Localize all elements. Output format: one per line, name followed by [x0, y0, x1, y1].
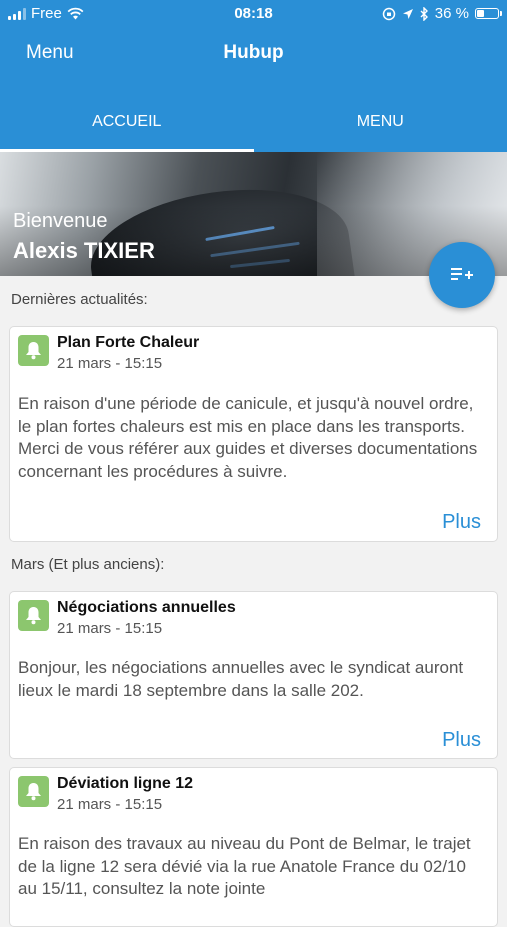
tab-accueil[interactable]: ACCUEIL — [0, 92, 254, 152]
news-body: En raison des travaux au niveau du Pont … — [18, 833, 487, 901]
menu-button[interactable]: Menu — [26, 42, 74, 64]
news-body: Bonjour, les négociations annuelles avec… — [18, 657, 487, 702]
playlist-add-icon — [451, 266, 473, 284]
news-icon — [18, 335, 49, 366]
status-right: 36 % — [382, 5, 499, 22]
bell-icon — [25, 341, 42, 360]
section-latest: Dernières actualités: — [11, 291, 148, 308]
news-icon — [18, 600, 49, 631]
news-card[interactable]: Déviation ligne 12 21 mars - 15:15 En ra… — [9, 767, 498, 927]
news-card[interactable]: Négociations annuelles 21 mars - 15:15 B… — [9, 591, 498, 759]
app-bar: Menu Hubup ACCUEIL MENU — [0, 28, 507, 152]
section-older: Mars (Et plus anciens): — [11, 556, 164, 573]
news-date: 21 mars - 15:15 — [57, 796, 162, 813]
battery-percent: 36 % — [435, 5, 469, 22]
news-date: 21 mars - 15:15 — [57, 620, 162, 637]
news-date: 21 mars - 15:15 — [57, 355, 162, 372]
news-icon — [18, 776, 49, 807]
more-button[interactable]: Plus — [442, 729, 481, 752]
add-news-button[interactable] — [429, 242, 495, 308]
more-button[interactable]: Plus — [442, 511, 481, 534]
news-title: Négociations annuelles — [57, 599, 236, 617]
battery-icon — [475, 8, 499, 19]
news-title: Plan Forte Chaleur — [57, 334, 199, 352]
news-title: Déviation ligne 12 — [57, 775, 193, 793]
welcome-text: Bienvenue — [13, 210, 108, 233]
bluetooth-icon — [420, 7, 429, 21]
news-card[interactable]: Plan Forte Chaleur 21 mars - 15:15 En ra… — [9, 326, 498, 542]
tab-bar: ACCUEIL MENU — [0, 92, 507, 152]
orientation-lock-icon — [382, 7, 396, 21]
user-name: Alexis TIXIER — [13, 238, 155, 264]
news-body: En raison d'une période de canicule, et … — [18, 393, 487, 483]
battery-level — [477, 10, 484, 17]
status-bar: Free 08:18 36 % — [0, 0, 507, 28]
bell-icon — [25, 782, 42, 801]
bell-icon — [25, 606, 42, 625]
location-icon — [402, 8, 414, 20]
tab-menu[interactable]: MENU — [254, 92, 507, 152]
app-title: Hubup — [0, 42, 507, 64]
welcome-banner: Bienvenue Alexis TIXIER — [0, 152, 507, 276]
